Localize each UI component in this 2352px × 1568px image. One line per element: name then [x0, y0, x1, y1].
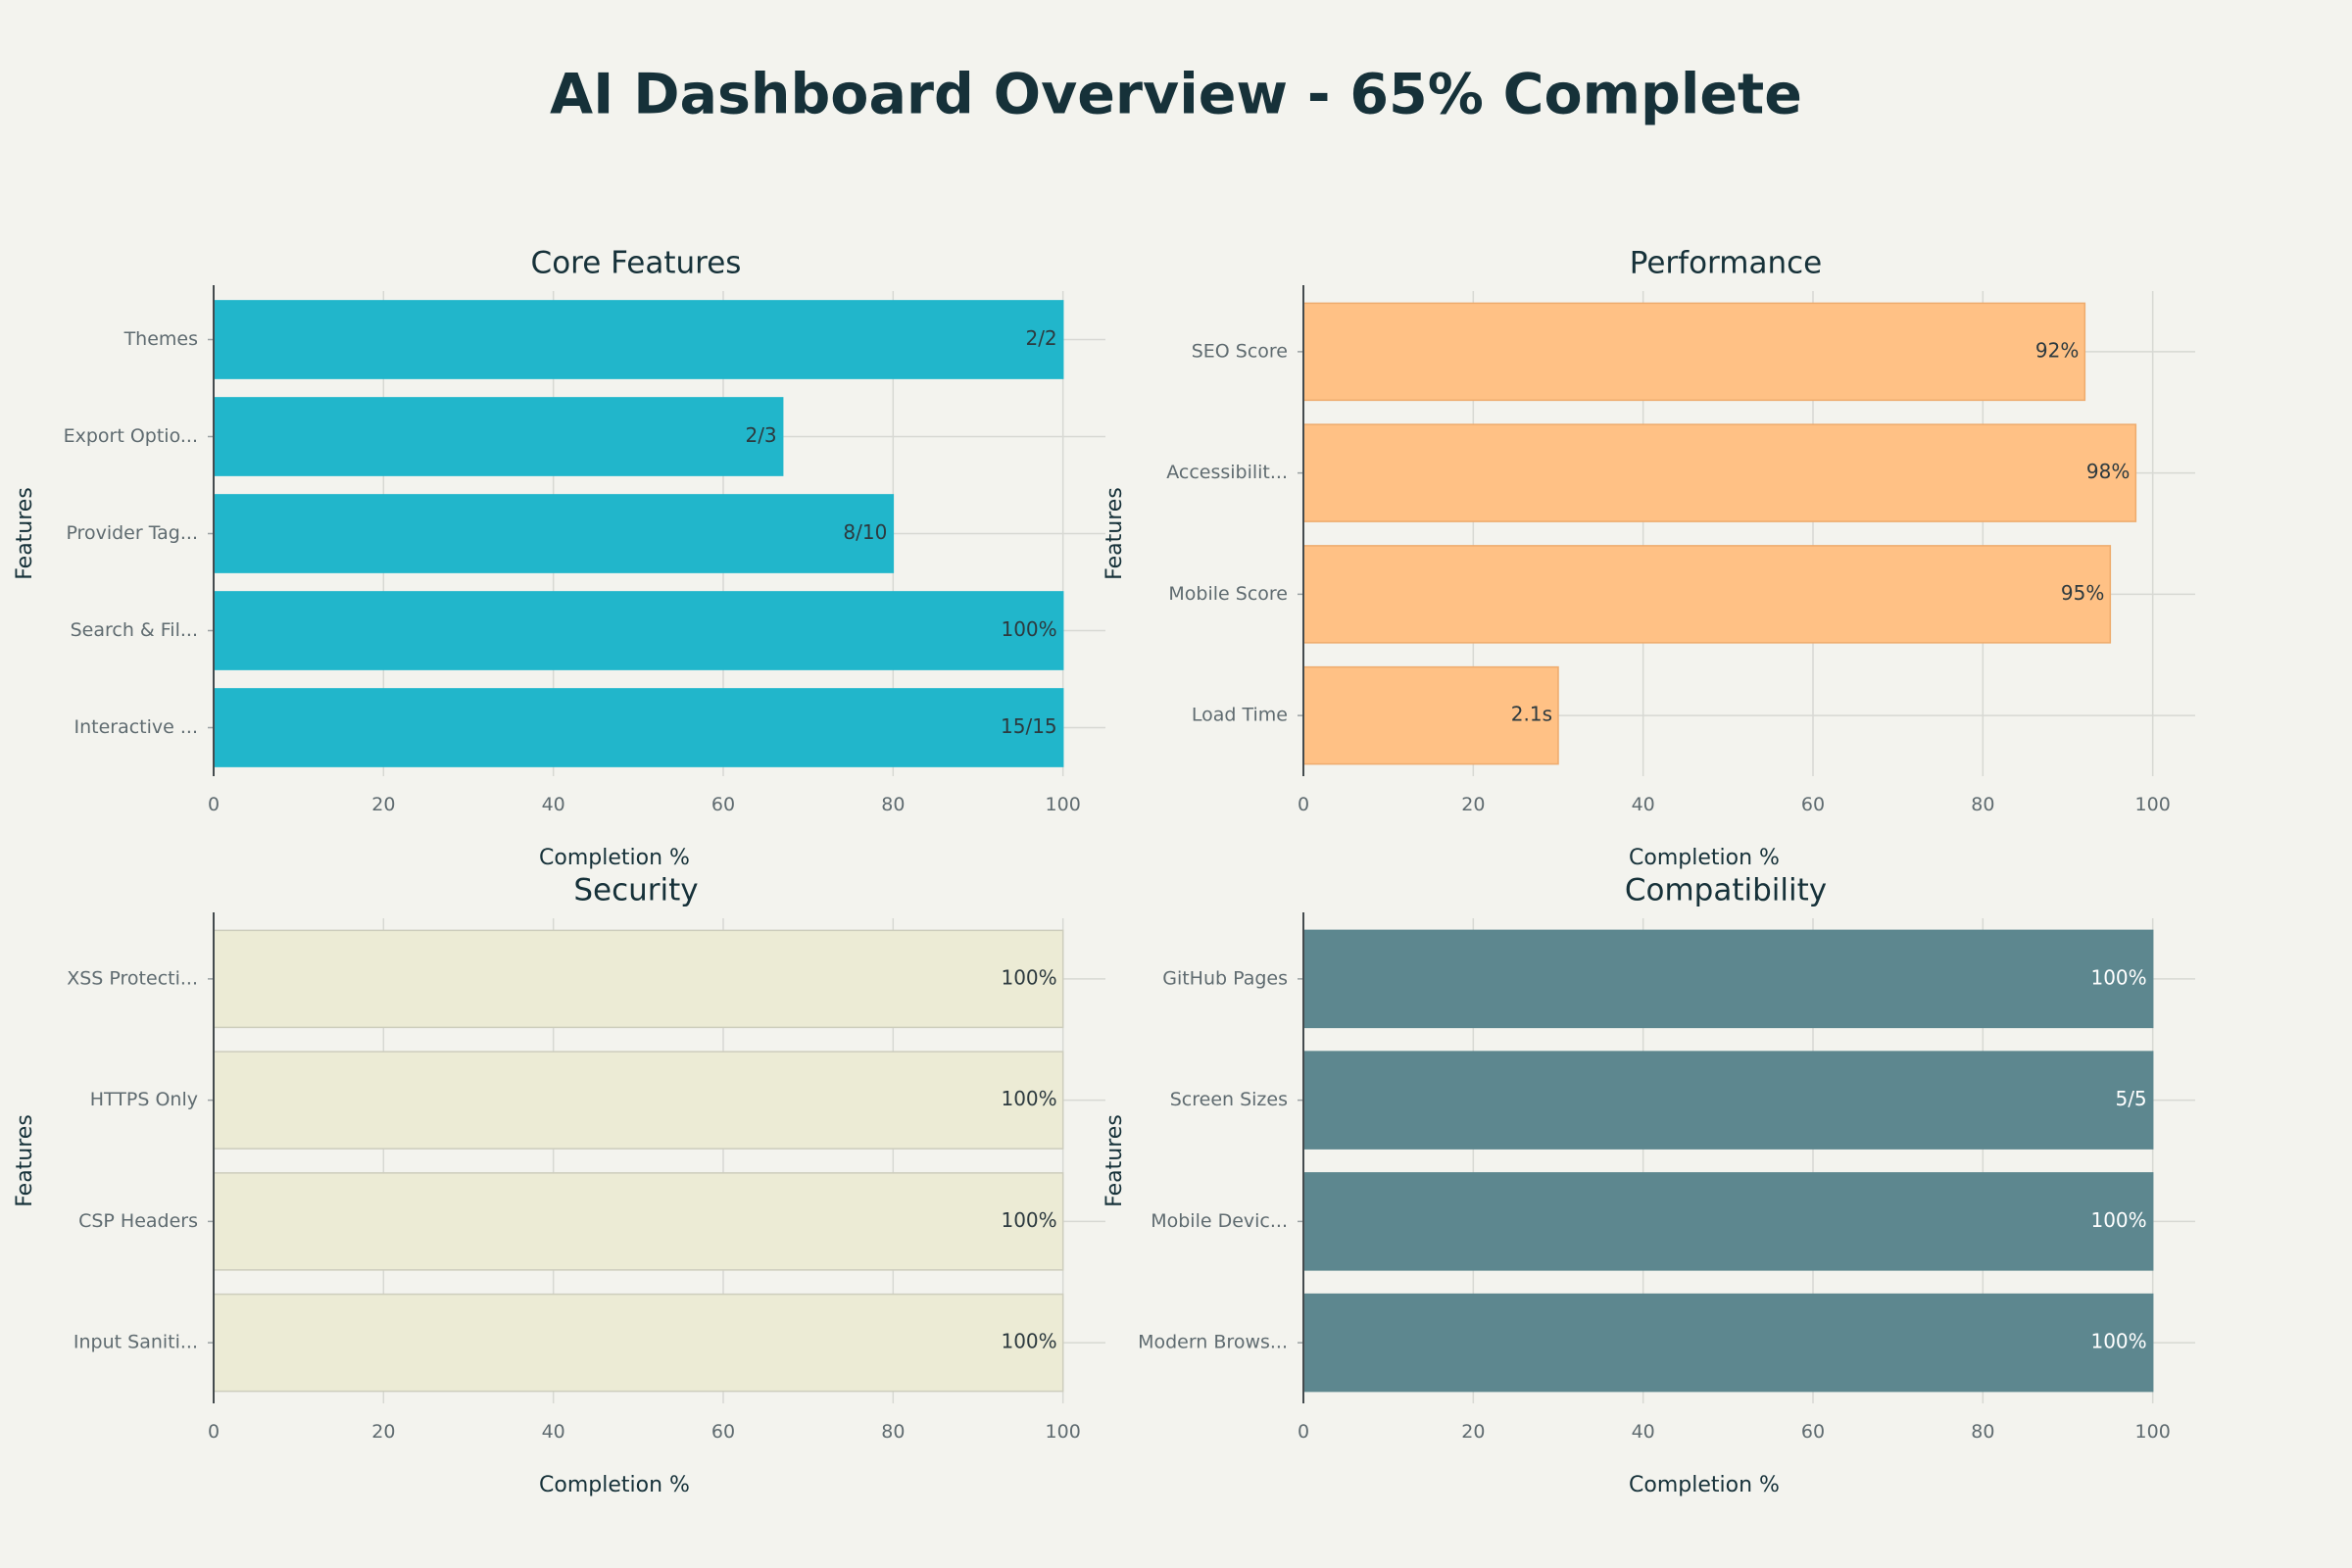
performance-x-tick-label: 80	[1971, 794, 1994, 815]
compatibility-category-label: Screen Sizes	[1170, 1089, 1288, 1110]
performance-category-label: SEO Score	[1192, 340, 1288, 362]
security-category-label: XSS Protecti...	[67, 967, 198, 989]
security-x-tick-label: 40	[542, 1421, 565, 1443]
compatibility-bar	[1302, 929, 2154, 1029]
dashboard-chart: AI Dashboard Overview - 65% Complete 2/2…	[13, 63, 2195, 1497]
compatibility-value-label: 5/5	[2115, 1087, 2146, 1110]
compatibility-title: Compatibility	[1625, 873, 1827, 908]
security-value-label: 100%	[1001, 1087, 1056, 1110]
core-features-value-label: 2/2	[1025, 326, 1056, 350]
core-features-category-label: Provider Tag...	[66, 522, 198, 544]
security-value-label: 100%	[1001, 1330, 1056, 1353]
main-title: AI Dashboard Overview - 65% Complete	[550, 63, 1802, 127]
performance-value-label: 2.1s	[1511, 703, 1552, 726]
security-value-label: 100%	[1001, 965, 1056, 989]
core-features-panel: 2/2 Themes 2/3 Export Optio... 8/10 Provider …	[13, 246, 1105, 870]
core-features-value-label: 15/15	[1001, 714, 1057, 738]
security-title: Security	[573, 873, 698, 908]
performance-value-label: 95%	[2061, 581, 2104, 605]
compatibility-category-label: GitHub Pages	[1162, 967, 1288, 989]
core-features-x-tick-label: 20	[371, 794, 395, 815]
performance-panel: 92% SEO Score 98% Accessibilit... 95% Mobile …	[1102, 246, 2195, 870]
security-y-axis-title: Features	[13, 1114, 37, 1207]
performance-bar	[1302, 545, 2112, 644]
core-features-x-tick-label: 60	[711, 794, 735, 815]
core-features-bar	[213, 300, 1064, 379]
core-features-x-tick-label: 100	[1046, 794, 1081, 815]
core-features-bar	[213, 688, 1064, 767]
performance-x-tick-label: 100	[2135, 794, 2171, 815]
performance-category-label: Mobile Score	[1168, 583, 1288, 605]
core-features-value-label: 100%	[1001, 617, 1056, 641]
core-features-category-label: Search & Fil...	[71, 619, 198, 641]
core-features-x-axis-title: Completion %	[539, 846, 690, 870]
core-features-bar	[213, 397, 784, 476]
compatibility-x-tick-label: 40	[1632, 1421, 1655, 1443]
security-category-label: HTTPS Only	[90, 1089, 198, 1110]
performance-bar	[1302, 423, 2137, 522]
performance-x-tick-label: 20	[1461, 794, 1485, 815]
performance-title: Performance	[1630, 246, 1822, 281]
security-category-label: CSP Headers	[78, 1210, 198, 1232]
security-bar	[213, 1293, 1064, 1393]
core-features-x-tick-label: 0	[208, 794, 220, 815]
security-x-tick-label: 80	[881, 1421, 905, 1443]
security-panel: 100% XSS Protecti... 100% HTTPS Only 100% CSP…	[13, 873, 1105, 1497]
compatibility-value-label: 100%	[2090, 1208, 2146, 1232]
performance-category-label: Accessibilit...	[1166, 462, 1288, 483]
performance-x-tick-label: 40	[1632, 794, 1655, 815]
security-x-tick-label: 100	[1046, 1421, 1081, 1443]
compatibility-y-axis-title: Features	[1102, 1114, 1127, 1207]
core-features-bar	[213, 591, 1064, 670]
performance-y-axis-title: Features	[1102, 487, 1127, 580]
performance-x-tick-label: 0	[1298, 794, 1309, 815]
security-bar	[213, 929, 1064, 1029]
core-features-value-label: 2/3	[745, 423, 776, 447]
security-x-tick-label: 60	[711, 1421, 735, 1443]
compatibility-category-label: Modern Brows...	[1138, 1332, 1288, 1353]
compatibility-panel: 100% GitHub Pages 5/5 Screen Sizes 100% Mobil…	[1102, 873, 2195, 1497]
compatibility-x-tick-label: 80	[1971, 1421, 1994, 1443]
security-x-axis-title: Completion %	[539, 1473, 690, 1497]
compatibility-x-tick-label: 20	[1461, 1421, 1485, 1443]
compatibility-x-tick-label: 100	[2135, 1421, 2171, 1443]
performance-value-label: 98%	[2086, 460, 2130, 483]
compatibility-x-tick-label: 60	[1801, 1421, 1825, 1443]
compatibility-value-label: 100%	[2090, 1330, 2146, 1353]
core-features-category-label: Themes	[123, 328, 198, 350]
core-features-bar	[213, 494, 895, 573]
performance-value-label: 92%	[2035, 338, 2079, 362]
core-features-category-label: Export Optio...	[64, 425, 198, 447]
performance-x-axis-title: Completion %	[1629, 846, 1780, 870]
compatibility-bar	[1302, 1172, 2154, 1271]
core-features-category-label: Interactive ...	[74, 716, 198, 738]
performance-x-tick-label: 60	[1801, 794, 1825, 815]
security-bar	[213, 1051, 1064, 1150]
security-bar	[213, 1172, 1064, 1271]
compatibility-x-tick-label: 0	[1298, 1421, 1309, 1443]
security-x-tick-label: 0	[208, 1421, 220, 1443]
security-value-label: 100%	[1001, 1208, 1056, 1232]
core-features-x-tick-label: 80	[881, 794, 905, 815]
compatibility-value-label: 100%	[2090, 965, 2146, 989]
core-features-title: Core Features	[531, 246, 742, 281]
performance-bar	[1302, 302, 2086, 402]
compatibility-bar	[1302, 1293, 2154, 1393]
compatibility-bar	[1302, 1051, 2154, 1150]
security-category-label: Input Saniti...	[74, 1332, 198, 1353]
compatibility-x-axis-title: Completion %	[1629, 1473, 1780, 1497]
core-features-y-axis-title: Features	[13, 487, 37, 580]
core-features-value-label: 8/10	[843, 520, 887, 544]
core-features-x-tick-label: 40	[542, 794, 565, 815]
performance-category-label: Load Time	[1192, 705, 1288, 726]
compatibility-category-label: Mobile Devic...	[1151, 1210, 1288, 1232]
security-x-tick-label: 20	[371, 1421, 395, 1443]
